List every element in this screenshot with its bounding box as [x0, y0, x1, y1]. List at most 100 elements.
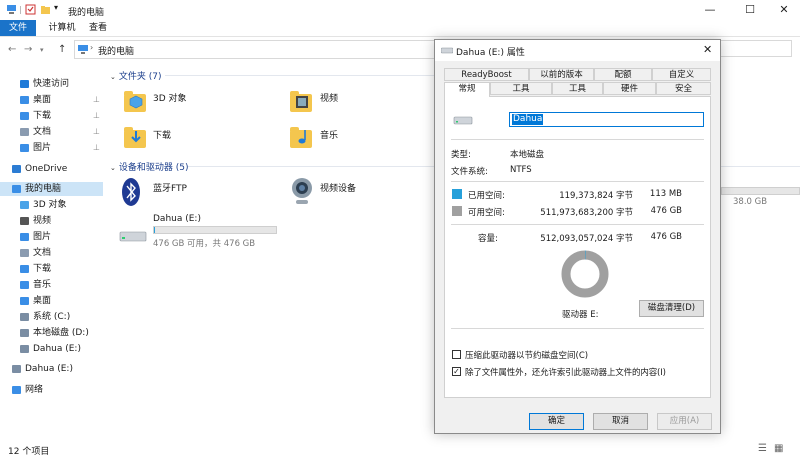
- devices-group-header[interactable]: ⌄ 设备和驱动器 (5): [110, 160, 189, 173]
- sidebar-item[interactable]: 文档 ⊥: [0, 125, 103, 139]
- minimize-button[interactable]: —: [696, 2, 724, 18]
- video-icon: [20, 217, 29, 225]
- sidebar-item[interactable]: Dahua (E:): [0, 362, 103, 376]
- cancel-button[interactable]: 取消: [593, 413, 648, 430]
- pin-icon[interactable]: ⊥: [93, 93, 100, 107]
- apply-button[interactable]: 应用(A): [657, 413, 712, 430]
- new-folder-icon[interactable]: [40, 4, 51, 15]
- tab-customize[interactable]: 自定义: [652, 68, 711, 81]
- sidebar-item[interactable]: 快速访问: [0, 77, 103, 91]
- bluetooth-icon[interactable]: [121, 177, 141, 207]
- drive-icon: [20, 329, 29, 337]
- item-count: 12 个项目: [8, 447, 50, 457]
- file-system-value: NTFS: [510, 165, 532, 175]
- dialog-title-bar: Dahua (E:) 属性 ✕: [435, 40, 720, 61]
- explorer-title-bar: ▾ 我的电脑 — ☐ ✕: [0, 0, 800, 20]
- sidebar-item[interactable]: 图片 ⊥: [0, 141, 103, 155]
- pin-icon[interactable]: ⊥: [93, 125, 100, 139]
- ok-button[interactable]: 确定: [529, 413, 584, 430]
- folder-label-downloads[interactable]: 下载: [153, 128, 171, 141]
- drive-icon[interactable]: [119, 228, 147, 242]
- used-space-swatch: [452, 189, 462, 199]
- used-space-bytes: 119,373,824 字节: [559, 191, 633, 201]
- tab-view[interactable]: 查看: [84, 20, 112, 36]
- sidebar-item[interactable]: 3D 对象: [0, 198, 103, 212]
- sidebar-item[interactable]: 下载 ⊥: [0, 109, 103, 123]
- sidebar-item[interactable]: 文档: [0, 246, 103, 260]
- free-space-swatch: [452, 206, 462, 216]
- sidebar-item-label: 桌面: [33, 95, 52, 105]
- sidebar-item-label: 我的电脑: [25, 184, 62, 194]
- sidebar-item[interactable]: 视频: [0, 214, 103, 228]
- file-system-label: 文件系统:: [451, 167, 488, 177]
- capacity-size: 476 GB: [650, 232, 682, 242]
- sidebar-item[interactable]: 系统 (C:): [0, 310, 103, 324]
- tab-security[interactable]: 安全: [656, 82, 711, 95]
- index-checkbox-label[interactable]: 除了文件属性外，还允许索引此驱动器上文件的内容(I): [465, 366, 666, 378]
- folder-label-video[interactable]: 视频: [320, 91, 338, 104]
- tab-file[interactable]: 文件: [0, 20, 36, 36]
- drive-name-input[interactable]: Dahua: [509, 112, 704, 127]
- sidebar-item[interactable]: 网络: [0, 383, 103, 397]
- device-label-video-device[interactable]: 视频设备: [320, 181, 356, 194]
- film-icon: [296, 96, 308, 108]
- tab-tools-spacer[interactable]: 工具: [490, 82, 552, 95]
- compress-checkbox[interactable]: [452, 350, 461, 359]
- sidebar-item-label: 视频: [33, 216, 52, 226]
- close-button[interactable]: ✕: [770, 2, 798, 18]
- sidebar-item[interactable]: Dahua (E:): [0, 342, 103, 356]
- disk-cleanup-button[interactable]: 磁盘清理(D): [639, 300, 704, 317]
- tab-readyboost[interactable]: ReadyBoost: [444, 68, 529, 81]
- sidebar-item[interactable]: 桌面: [0, 294, 103, 308]
- tab-quota[interactable]: 配额: [594, 68, 652, 81]
- sidebar-item-label: 网络: [25, 385, 44, 395]
- sidebar-item[interactable]: 图片: [0, 230, 103, 244]
- tab-computer[interactable]: 计算机: [40, 20, 84, 36]
- tab-general[interactable]: 常规: [444, 82, 490, 97]
- back-arrow-icon[interactable]: ←: [8, 44, 16, 55]
- sidebar-item-label: 3D 对象: [33, 200, 67, 210]
- up-arrow-icon[interactable]: ↑: [58, 44, 66, 55]
- dialog-close-button[interactable]: ✕: [703, 43, 712, 56]
- large-icons-view-icon[interactable]: ▦: [774, 443, 783, 454]
- maximize-button[interactable]: ☐: [736, 2, 764, 18]
- folder-label-music[interactable]: 音乐: [320, 128, 338, 141]
- cloud-icon: [12, 165, 21, 173]
- sidebar-item[interactable]: OneDrive: [0, 162, 103, 176]
- picture-icon: [20, 233, 29, 241]
- folders-group-header[interactable]: ⌄ 文件夹 (7): [110, 69, 162, 82]
- details-view-icon[interactable]: ☰: [758, 443, 767, 454]
- tab-previous-versions[interactable]: 以前的版本: [529, 68, 594, 81]
- sidebar-item[interactable]: 下载: [0, 262, 103, 276]
- forward-arrow-icon[interactable]: →: [24, 44, 32, 55]
- document-icon: [20, 128, 29, 136]
- chevron-down-icon[interactable]: ▾: [40, 46, 44, 54]
- type-value: 本地磁盘: [510, 150, 545, 160]
- breadcrumb[interactable]: 我的电脑: [98, 44, 134, 57]
- pin-icon[interactable]: ⊥: [93, 109, 100, 123]
- tab-hardware[interactable]: 硬件: [603, 82, 656, 95]
- download-icon: [20, 112, 29, 120]
- sidebar-item[interactable]: 本地磁盘 (D:): [0, 326, 103, 340]
- drive-label-dahua[interactable]: Dahua (E:): [153, 214, 201, 224]
- computer-icon: [6, 4, 17, 15]
- compress-checkbox-label[interactable]: 压缩此驱动器以节约磁盘空间(C): [465, 349, 588, 361]
- download-icon: [20, 265, 29, 273]
- window-title: 我的电脑: [68, 8, 105, 18]
- sidebar-item[interactable]: 我的电脑: [0, 182, 103, 196]
- drive-letter-label: 驱动器 E:: [562, 310, 599, 320]
- folder-label-3d-objects[interactable]: 3D 对象: [153, 91, 187, 104]
- type-label: 类型:: [451, 150, 471, 160]
- tab-tools[interactable]: 工具: [552, 82, 603, 95]
- drive-usage-bar: [153, 226, 277, 234]
- hidden-drive-usage-bar: [721, 187, 800, 195]
- sidebar-item[interactable]: 桌面 ⊥: [0, 93, 103, 107]
- pin-icon[interactable]: ⊥: [93, 141, 100, 155]
- chevron-down-icon[interactable]: ▾: [54, 3, 65, 14]
- sidebar-item[interactable]: 音乐: [0, 278, 103, 292]
- index-checkbox[interactable]: ✓: [452, 367, 461, 376]
- webcam-icon[interactable]: [290, 177, 314, 207]
- device-label-bluetooth-ftp[interactable]: 蓝牙FTP: [153, 181, 187, 194]
- sidebar-item-label: Dahua (E:): [33, 344, 81, 354]
- properties-icon[interactable]: [25, 4, 36, 15]
